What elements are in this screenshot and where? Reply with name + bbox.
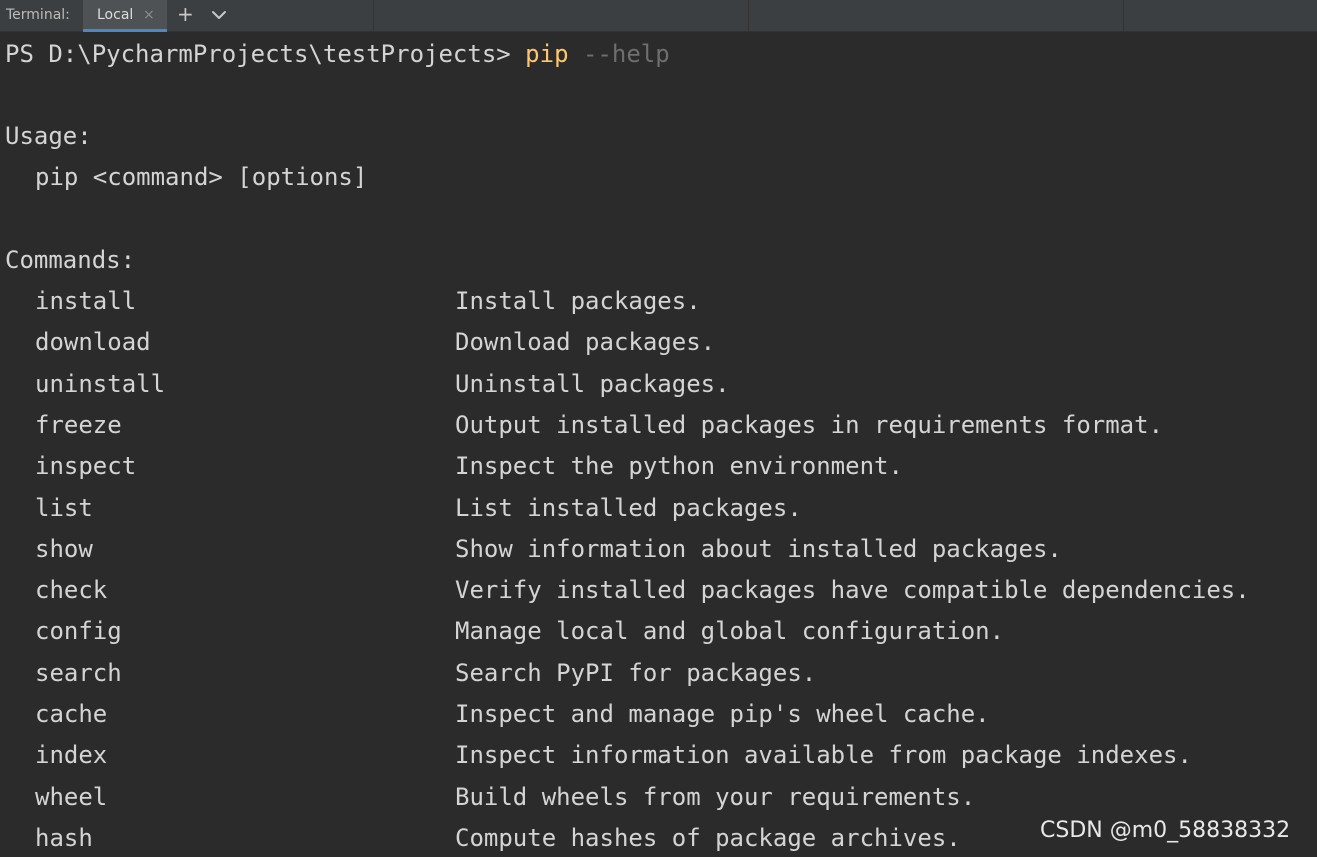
command-name: download (35, 328, 151, 356)
command-description: Verify installed packages have compatibl… (455, 576, 1250, 604)
prompt-command: pip (525, 40, 569, 68)
command-name: install (35, 287, 137, 315)
terminal-tab-bar: Terminal: Local × + (0, 0, 1317, 32)
plus-icon[interactable]: + (177, 2, 194, 26)
command-description: Search PyPI for packages. (455, 659, 817, 687)
command-description: Manage local and global configuration. (455, 617, 1005, 645)
command-name: inspect (35, 452, 137, 480)
command-description: Inspect information available from packa… (455, 741, 1192, 769)
command-description: Compute hashes of package archives. (455, 824, 961, 852)
prompt-path: PS D:\PycharmProjects\testProjects> (5, 40, 526, 68)
command-name: index (35, 741, 108, 769)
terminal-title: Terminal: (6, 7, 70, 23)
command-name: check (35, 576, 108, 604)
command-description: Uninstall packages. (455, 370, 730, 398)
command-description: Download packages. (455, 328, 716, 356)
command-name: search (35, 659, 122, 687)
tab-bar-divider (373, 0, 374, 32)
close-icon[interactable]: × (143, 7, 155, 23)
command-description: Inspect and manage pip's wheel cache. (455, 700, 990, 728)
tab-local[interactable]: Local × (83, 0, 167, 32)
prompt-line: PS D:\PycharmProjects\testProjects> pip … (5, 38, 670, 70)
command-name: show (35, 535, 93, 563)
command-name: hash (35, 824, 93, 852)
tab-bar-divider (1123, 0, 1124, 32)
commands-header: Commands: (5, 246, 136, 274)
watermark: CSDN @m0_58838332 (1040, 818, 1291, 843)
terminal-window: Terminal: Local × + PS D:\PycharmProject… (0, 0, 1317, 857)
tab-bar-divider (748, 0, 749, 32)
command-name: list (35, 494, 93, 522)
command-description: List installed packages. (455, 494, 802, 522)
terminal-output[interactable]: PS D:\PycharmProjects\testProjects> pip … (0, 33, 1317, 857)
tab-local-label: Local (97, 7, 134, 23)
active-tab-indicator (83, 29, 167, 32)
prompt-argument: --help (568, 40, 670, 68)
command-name: freeze (35, 411, 122, 439)
command-name: uninstall (35, 370, 166, 398)
command-name: wheel (35, 783, 108, 811)
command-description: Show information about installed package… (455, 535, 1062, 563)
usage-header: Usage: (5, 122, 92, 150)
command-description: Install packages. (455, 287, 701, 315)
usage-line: pip <command> [options] (35, 163, 368, 191)
command-name: config (35, 617, 122, 645)
command-description: Build wheels from your requirements. (455, 783, 976, 811)
command-description: Inspect the python environment. (455, 452, 903, 480)
command-name: cache (35, 700, 108, 728)
chevron-down-icon[interactable] (210, 6, 228, 24)
command-description: Output installed packages in requirement… (455, 411, 1164, 439)
